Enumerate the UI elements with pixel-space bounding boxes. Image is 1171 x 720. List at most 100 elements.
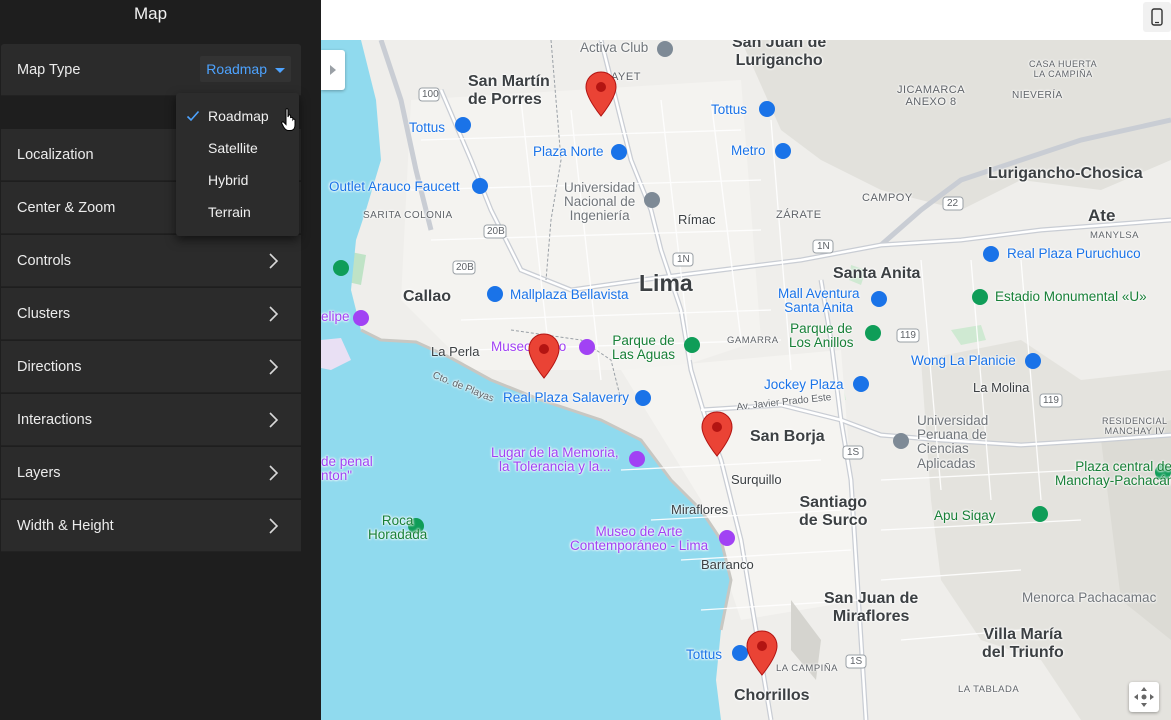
poi-wong[interactable]: Wong La Planicie: [911, 353, 1016, 369]
row-layers[interactable]: Layers: [1, 447, 301, 499]
road-shield-label: 22: [947, 198, 959, 209]
chevron-right-icon: [263, 516, 283, 536]
map-marker[interactable]: [745, 629, 779, 679]
poi-menorca[interactable]: Menorca Pachacamac: [1022, 590, 1156, 606]
map-marker[interactable]: [584, 70, 618, 120]
poi-parque-aguas[interactable]: Parque de Las Aguas: [612, 333, 675, 362]
district-la-perla: La Perla: [431, 344, 480, 359]
poi-jockey-plaza[interactable]: Jockey Plaza: [764, 377, 844, 393]
poi-apu-siqay[interactable]: Apu Siqay: [934, 508, 996, 524]
row-label: Controls: [17, 252, 71, 269]
poi-mall-aventura[interactable]: Mall Aventura Santa Anita: [778, 286, 860, 315]
map-camera-control-button[interactable]: [1129, 682, 1159, 712]
poi-estadio[interactable]: Estadio Monumental «U»: [995, 289, 1147, 305]
district-villa-maria: Villa María del Triunfo: [982, 626, 1064, 661]
poi-parque-anillos[interactable]: Parque de Los Anillos: [789, 321, 854, 350]
checkmark-icon: [186, 109, 200, 123]
district-label: ZÁRATE: [776, 209, 822, 221]
caret-down-icon: [275, 67, 285, 73]
road-shield-label: 20B: [487, 226, 505, 237]
poi-activa-club[interactable]: Activa Club: [580, 40, 648, 56]
map-type-selected: Roadmap: [206, 61, 267, 77]
move-arrows-icon: [1134, 687, 1154, 707]
settings-panel: Map Map Type Roadmap Localization Center…: [0, 0, 321, 720]
option-satellite[interactable]: Satellite: [176, 132, 299, 164]
option-label: Roadmap: [208, 108, 269, 124]
chevron-right-icon: [263, 463, 283, 483]
map-pin-icon: [701, 411, 733, 457]
poi-plaza-norte[interactable]: Plaza Norte: [533, 144, 604, 160]
map-pin-icon: [585, 71, 617, 117]
device-preview-button[interactable]: [1143, 2, 1171, 32]
poi-label[interactable]: elipe: [321, 309, 350, 325]
road-shield-label: 20B: [456, 262, 474, 273]
row-label: Interactions: [17, 411, 92, 428]
poi-roca-horadada[interactable]: Roca Horadada: [368, 513, 427, 542]
road-shield-label: 1S: [847, 447, 860, 458]
poi-metro[interactable]: Metro: [731, 143, 766, 159]
poi-tottus[interactable]: Tottus: [711, 102, 747, 118]
poi-lugar-memoria[interactable]: Lugar de la Memoria, la Tolerancia y la.…: [491, 445, 619, 474]
road-shield-label: 1N: [817, 241, 830, 252]
row-label: Layers: [17, 464, 61, 481]
row-label: Center & Zoom: [17, 199, 116, 216]
road-shield-label: 100: [422, 89, 439, 100]
map-pin-icon: [528, 333, 560, 379]
map-type-select[interactable]: Roadmap: [200, 56, 291, 82]
city-lima: Lima: [639, 270, 693, 296]
option-terrain[interactable]: Terrain: [176, 196, 299, 228]
poi-tottus[interactable]: Tottus: [686, 647, 722, 663]
poi-uni[interactable]: Universidad Nacional de Ingeniería: [564, 180, 635, 224]
district-miraflores: Miraflores: [671, 502, 729, 517]
preview-toolbar: [321, 0, 1171, 40]
district-san-borja: San Borja: [750, 428, 825, 445]
option-label: Satellite: [208, 140, 258, 156]
chevron-right-icon: [263, 357, 283, 377]
poi-upc[interactable]: Universidad Peruana de Ciencias Aplicada…: [917, 413, 988, 471]
district-la-molina: La Molina: [973, 380, 1030, 395]
poi-real-plaza-puruchuco[interactable]: Real Plaza Puruchuco: [1007, 246, 1141, 262]
row-label: Width & Height: [17, 517, 114, 534]
district-label: MANYLSA: [1090, 230, 1139, 241]
poi-plaza-central[interactable]: Plaza central de Manchay-Pachacámac: [1055, 459, 1171, 488]
district-callao: Callao: [403, 288, 452, 305]
poi-outlet[interactable]: Outlet Arauco Faucett: [329, 179, 460, 195]
chevron-right-icon: [263, 251, 283, 271]
row-width-height[interactable]: Width & Height: [1, 500, 301, 552]
map-type-row: Map Type Roadmap: [1, 44, 301, 96]
district-label: GAMARRA: [727, 335, 779, 346]
row-label: Directions: [17, 358, 82, 375]
row-label: Localization: [17, 146, 94, 163]
district-barranco: Barranco: [701, 557, 754, 572]
poi-museo-arte[interactable]: Museo de Arte Contemporáneo - Lima: [570, 524, 708, 553]
poi-real-plaza-salaverry[interactable]: Real Plaza Salaverry: [503, 390, 629, 406]
district-lurigancho: Lurigancho-Chosica: [988, 165, 1143, 182]
option-hybrid[interactable]: Hybrid: [176, 164, 299, 196]
district-ate: Ate: [1088, 206, 1116, 225]
poi-label[interactable]: de penal nton": [321, 454, 373, 483]
road-shield-label: 119: [900, 330, 916, 341]
district-label: LA CAMPIÑA: [776, 663, 839, 674]
district-chorrillos: Chorrillos: [734, 687, 810, 704]
map-marker[interactable]: [700, 410, 734, 460]
phone-icon: [1151, 8, 1163, 26]
row-directions[interactable]: Directions: [1, 341, 301, 393]
district-label: RESIDENCIAL MANCHAY IV: [1102, 416, 1168, 436]
row-interactions[interactable]: Interactions: [1, 394, 301, 446]
collapse-panel-button[interactable]: [321, 50, 345, 90]
row-controls[interactable]: Controls: [1, 235, 301, 287]
road-shield-label: 119: [1043, 395, 1059, 406]
district-sjl: San Juan de Lurigancho: [732, 40, 827, 69]
district-label: LA TABLADA: [958, 684, 1020, 695]
row-clusters[interactable]: Clusters: [1, 288, 301, 340]
poi-museo[interactable]: Museo: [491, 339, 532, 355]
district-label: SARITA COLONIA: [363, 210, 453, 221]
road-shield-label: 1S: [850, 656, 863, 667]
google-map[interactable]: Activa Club AYET San Juan de Lurigancho …: [321, 40, 1171, 720]
district-label: CAMPOY: [862, 192, 913, 204]
road-shield-label: 1N: [677, 254, 690, 265]
chevron-right-icon: [263, 304, 283, 324]
poi-tottus[interactable]: Tottus: [409, 120, 445, 136]
map-marker[interactable]: [527, 332, 561, 382]
poi-mallplaza[interactable]: Mallplaza Bellavista: [510, 287, 629, 303]
